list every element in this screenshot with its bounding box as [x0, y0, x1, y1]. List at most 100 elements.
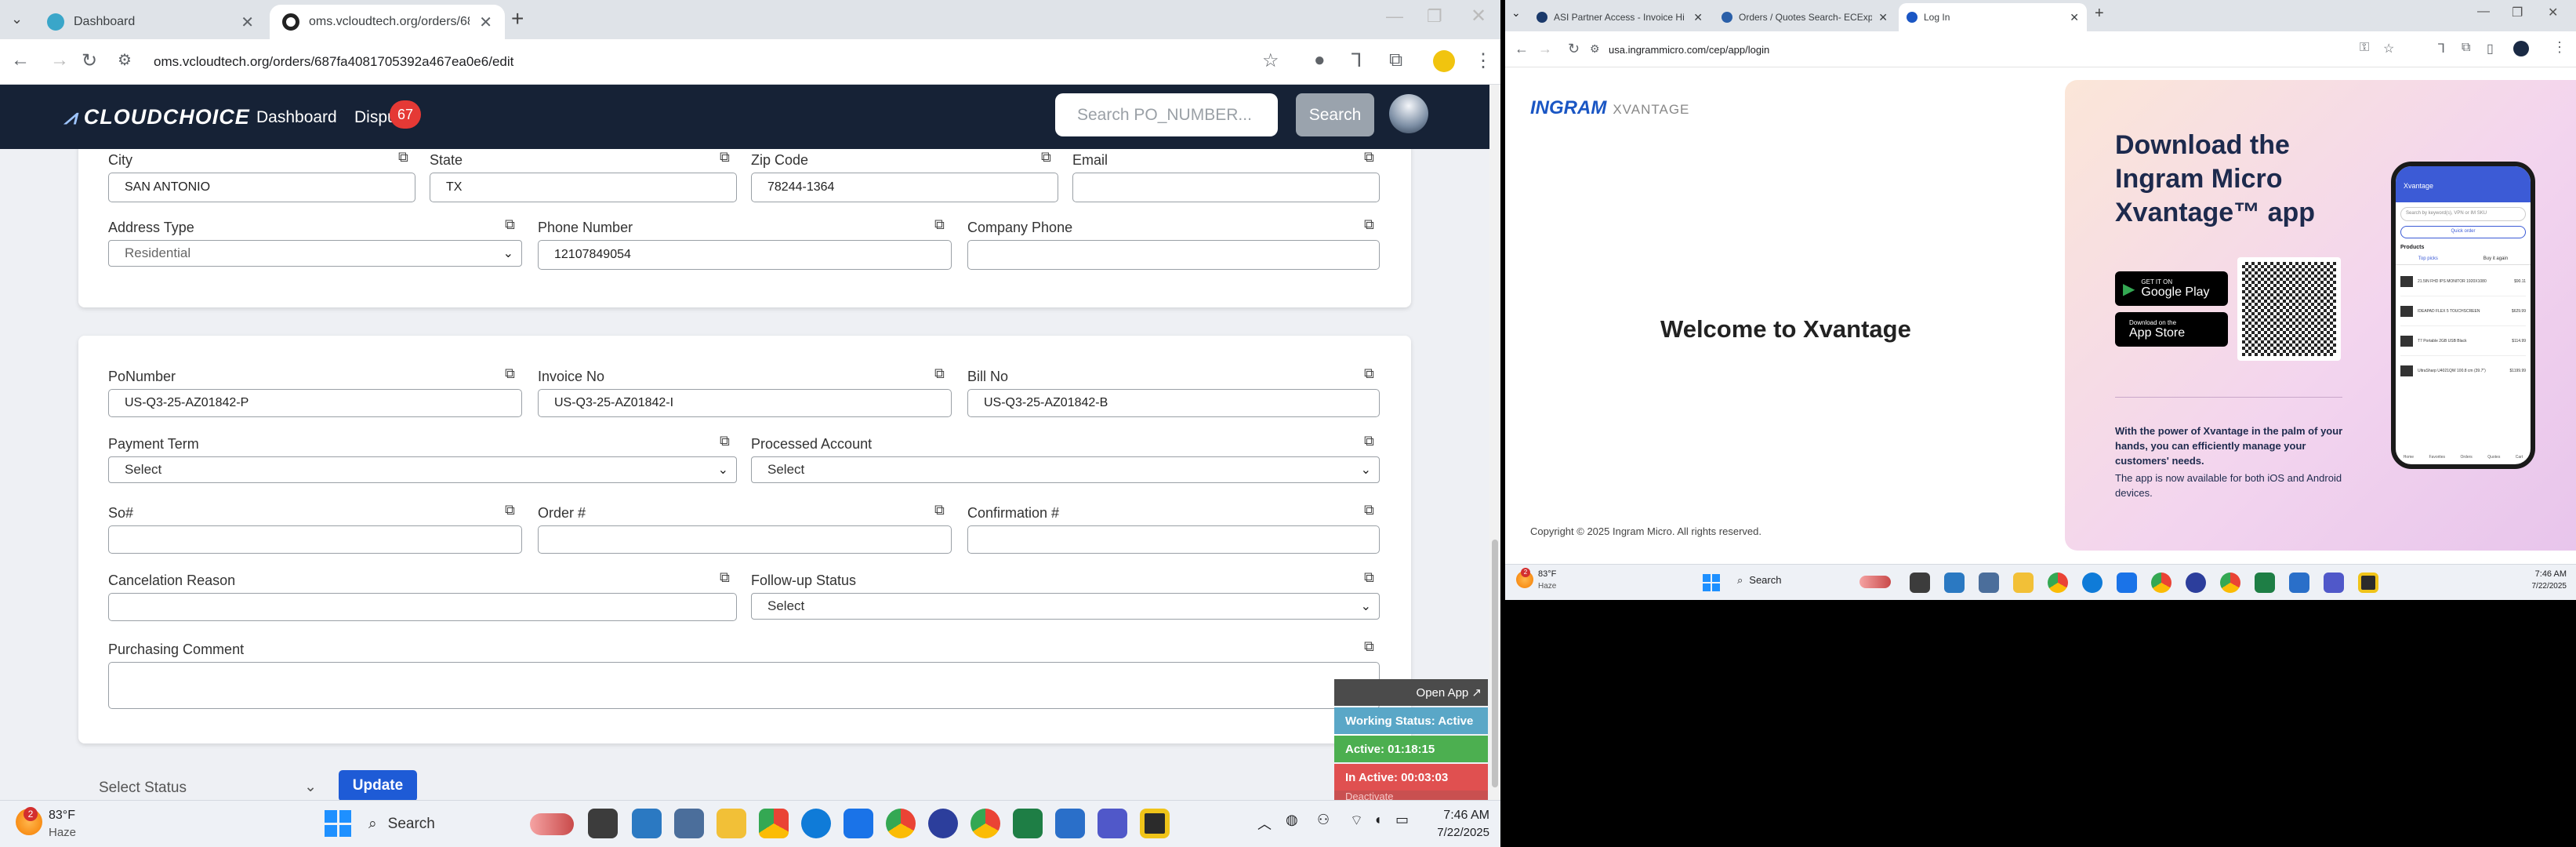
bill-no-field[interactable]: US-Q3-25-AZ01842-B: [967, 389, 1380, 417]
purchasing-comment-field[interactable]: [108, 662, 1380, 709]
copy-icon[interactable]: ⧉: [1041, 149, 1057, 165]
outlook-icon[interactable]: [2117, 573, 2137, 593]
close-tab-icon[interactable]: ✕: [479, 13, 492, 32]
status-select[interactable]: Select Status ⌄: [78, 773, 323, 800]
close-window-icon[interactable]: ✕: [1471, 5, 1486, 27]
copy-icon[interactable]: ⧉: [505, 502, 521, 518]
taskbar-search[interactable]: ⌕ Search: [1737, 574, 1781, 587]
edge-icon[interactable]: [2082, 573, 2103, 593]
app-icon[interactable]: [928, 809, 958, 838]
copy-icon[interactable]: ⧉: [934, 216, 950, 232]
password-key-icon[interactable]: ⚿: [2360, 41, 2369, 55]
copy-icon[interactable]: ⧉: [1364, 365, 1380, 381]
more-menu-icon[interactable]: ⋮: [2552, 39, 2567, 56]
file-explorer-icon[interactable]: [717, 809, 746, 838]
address-bar[interactable]: usa.ingrammicro.com/cep/app/login: [1604, 38, 2341, 61]
excel-icon[interactable]: [1013, 809, 1043, 838]
tab-order-edit[interactable]: oms.vcloudtech.org/orders/687 ✕: [270, 5, 505, 39]
forward-icon[interactable]: →: [1538, 41, 1552, 57]
app-icon[interactable]: [2186, 573, 2206, 593]
copy-icon[interactable]: ⧉: [934, 365, 950, 381]
ingram-logo[interactable]: INGRAM XVANTAGE: [1530, 97, 1689, 119]
calculator-icon[interactable]: [1979, 573, 1999, 593]
edge-icon[interactable]: [801, 809, 831, 838]
split-view-icon[interactable]: ▯: [2487, 41, 2494, 56]
tray-app-icon[interactable]: ⚇: [1317, 812, 1330, 828]
chrome-profile-icon[interactable]: [886, 809, 916, 838]
company-phone-field[interactable]: [967, 240, 1380, 270]
site-info-icon[interactable]: ⚙: [118, 50, 132, 70]
so-field[interactable]: [108, 525, 522, 554]
scrollbar-thumb[interactable]: [1492, 540, 1498, 787]
po-number-field[interactable]: US-Q3-25-AZ01842-P: [108, 389, 522, 417]
volume-icon[interactable]: ◖: [1373, 812, 1382, 828]
cancel-reason-field[interactable]: [108, 593, 737, 621]
followup-status-select[interactable]: Select ⌄: [751, 593, 1380, 620]
windows-start-icon[interactable]: [325, 810, 351, 837]
tab-search-icon[interactable]: ⌄: [11, 11, 23, 27]
close-window-icon[interactable]: ✕: [2548, 5, 2558, 20]
copy-icon[interactable]: ⧉: [1364, 216, 1380, 232]
email-field[interactable]: [1072, 173, 1380, 202]
close-tab-icon[interactable]: ✕: [241, 13, 254, 32]
text-tool-icon[interactable]: Ꞁ: [1351, 49, 1362, 72]
state-field[interactable]: TX: [430, 173, 737, 202]
chrome-icon[interactable]: [971, 809, 1000, 838]
windows-start-icon[interactable]: [1703, 574, 1720, 591]
copy-icon[interactable]: ⧉: [505, 216, 521, 232]
po-search-input[interactable]: Search PO_NUMBER...: [1055, 93, 1278, 136]
bookmark-star-icon[interactable]: ☆: [2383, 41, 2394, 56]
copy-icon[interactable]: ⧉: [934, 502, 950, 518]
file-explorer-icon[interactable]: [2013, 573, 2034, 593]
nav-dashboard[interactable]: Dashboard: [256, 108, 337, 127]
app-icon[interactable]: [2358, 573, 2378, 593]
maximize-icon[interactable]: ❐: [1427, 6, 1442, 27]
calculator-icon[interactable]: [674, 809, 704, 838]
open-app-button[interactable]: Open App ↗: [1334, 679, 1488, 706]
reload-icon[interactable]: ↻: [1568, 41, 1580, 57]
close-tab-icon[interactable]: ✕: [1878, 11, 1888, 24]
tray-chevron-icon[interactable]: ︿: [1257, 813, 1272, 834]
phone-field[interactable]: 12107849054: [538, 240, 952, 270]
app-icon[interactable]: [1055, 809, 1085, 838]
profile-avatar-icon[interactable]: [2513, 41, 2529, 56]
invoice-no-field[interactable]: US-Q3-25-AZ01842-I: [538, 389, 952, 417]
chrome-icon[interactable]: [759, 809, 789, 838]
app-icon[interactable]: [1140, 809, 1170, 838]
back-icon[interactable]: ←: [11, 49, 30, 71]
address-bar[interactable]: oms.vcloudtech.org/orders/687fa408170539…: [133, 45, 1293, 78]
clock-time[interactable]: 7:46 AM: [1436, 809, 1489, 823]
tab-asi-partner[interactable]: ASI Partner Access - Invoice Hi ✕: [1529, 3, 1711, 31]
wifi-icon[interactable]: ⌔: [1350, 812, 1363, 830]
google-play-button[interactable]: ▶ GET IT ON Google Play: [2115, 271, 2228, 306]
taskbar-search[interactable]: ⌕ Search: [368, 810, 525, 838]
clock-date[interactable]: 7/22/2025: [1424, 826, 1489, 839]
copy-icon[interactable]: ⧉: [1364, 502, 1380, 518]
search-button[interactable]: Search: [1296, 93, 1374, 136]
payment-term-select[interactable]: Select ⌄: [108, 456, 737, 483]
new-tab-icon[interactable]: +: [511, 6, 524, 31]
maximize-icon[interactable]: ❐: [2512, 5, 2523, 20]
confirmation-field[interactable]: [967, 525, 1380, 554]
copy-icon[interactable]: ⧉: [1364, 149, 1380, 165]
tab-orders-quotes[interactable]: Orders / Quotes Search- ECExp ✕: [1714, 3, 1896, 31]
chrome-profile-icon[interactable]: [2151, 573, 2171, 593]
minimize-icon[interactable]: —: [1386, 6, 1403, 27]
copy-icon[interactable]: ⧉: [505, 365, 521, 381]
app-icon[interactable]: [1944, 573, 1965, 593]
search-highlight-icon[interactable]: [1859, 576, 1891, 588]
city-field[interactable]: SAN ANTONIO: [108, 173, 415, 202]
app-store-button[interactable]: Download on the App Store: [2115, 312, 2228, 347]
tray-app-icon[interactable]: ◍: [1286, 812, 1298, 828]
copy-icon[interactable]: ⧉: [720, 149, 735, 165]
tab-dashboard[interactable]: Dashboard ✕: [34, 5, 267, 39]
app-icon[interactable]: [632, 809, 662, 838]
teams-icon[interactable]: [2324, 573, 2344, 593]
copy-icon[interactable]: ⧉: [720, 433, 735, 449]
cloudchoice-logo[interactable]: ⩘ CLOUDCHOICE: [64, 105, 250, 130]
excel-icon[interactable]: [2255, 573, 2275, 593]
copy-icon[interactable]: ⧉: [720, 569, 735, 585]
profile-avatar-icon[interactable]: [1433, 50, 1455, 72]
copy-icon[interactable]: ⧉: [1364, 569, 1380, 585]
bookmark-star-icon[interactable]: ☆: [1262, 49, 1279, 72]
